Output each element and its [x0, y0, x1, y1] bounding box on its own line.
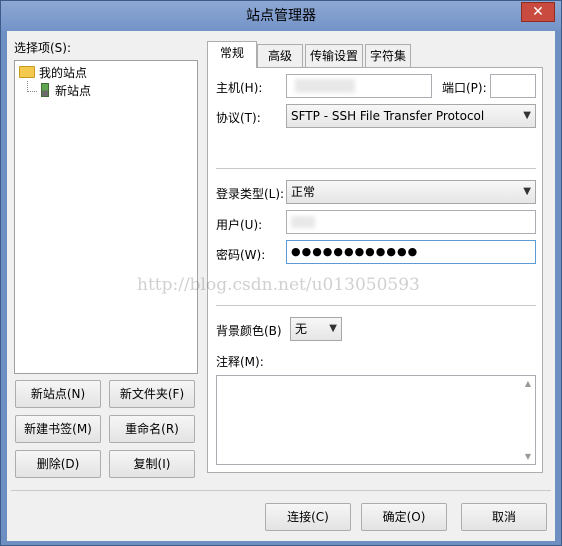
chevron-down-icon: ▼ — [523, 186, 531, 197]
user-redacted — [291, 216, 315, 228]
new-bookmark-button[interactable]: 新建书签(M) — [15, 415, 101, 443]
background-color-select[interactable]: 无 ▼ — [290, 317, 342, 341]
host-redacted — [295, 79, 355, 93]
tree-item-label: 我的站点 — [39, 66, 88, 80]
chevron-down-icon: ▼ — [523, 110, 531, 121]
port-input[interactable] — [490, 74, 536, 98]
host-label: 主机(H): — [216, 81, 263, 95]
tab-charset[interactable]: 字符集 — [365, 44, 411, 67]
ok-button[interactable]: 确定(O) — [361, 503, 447, 531]
logon-type-select[interactable]: 正常 ▼ — [286, 180, 536, 204]
chevron-down-icon: ▼ — [329, 323, 337, 334]
scroll-down-icon[interactable]: ▼ — [525, 452, 531, 461]
title-bar[interactable]: 站点管理器 ✕ — [1, 1, 561, 31]
host-input[interactable] — [286, 74, 432, 98]
password-label: 密码(W): — [216, 248, 266, 262]
user-label: 用户(U): — [216, 218, 263, 232]
close-icon: ✕ — [532, 4, 544, 20]
divider — [216, 168, 536, 169]
port-label: 端口(P): — [442, 81, 487, 95]
delete-button[interactable]: 删除(D) — [15, 450, 101, 478]
site-manager-window: 站点管理器 ✕ 选择项(S): 我的站点 新站点 新站点(N) 新文件夹(F) … — [0, 0, 562, 546]
copy-button[interactable]: 复制(I) — [109, 450, 195, 478]
protocol-label: 协议(T): — [216, 111, 261, 125]
connect-button[interactable]: 连接(C) — [265, 503, 351, 531]
close-button[interactable]: ✕ — [521, 2, 555, 22]
watermark-text: http://blog.csdn.net/u013050593 — [137, 275, 420, 295]
cancel-button[interactable]: 取消 — [461, 503, 547, 531]
general-tab-panel: 主机(H): 端口(P): 协议(T): SFTP - SSH File Tra… — [207, 67, 543, 473]
protocol-value: SFTP - SSH File Transfer Protocol — [291, 109, 485, 123]
tree-item-my-sites[interactable]: 我的站点 — [19, 64, 87, 82]
user-input[interactable] — [286, 210, 536, 234]
tree-connector — [27, 81, 37, 92]
comments-textarea[interactable]: ▲ ▼ — [216, 375, 536, 465]
tree-item-label: 新站点 — [55, 84, 92, 98]
background-color-label: 背景颜色(B) — [216, 324, 282, 338]
tab-general[interactable]: 常规 — [207, 41, 257, 68]
bottom-divider — [11, 490, 551, 491]
background-color-value: 无 — [295, 322, 308, 336]
scroll-up-icon[interactable]: ▲ — [525, 379, 531, 388]
tab-transfer-settings[interactable]: 传输设置 — [305, 44, 363, 67]
new-site-button[interactable]: 新站点(N) — [15, 380, 101, 408]
new-folder-button[interactable]: 新文件夹(F) — [109, 380, 195, 408]
folder-icon — [19, 66, 35, 78]
site-tree[interactable]: 我的站点 新站点 — [14, 60, 198, 374]
tree-label: 选择项(S): — [14, 41, 72, 55]
rename-button[interactable]: 重命名(R) — [109, 415, 195, 443]
password-input[interactable]: ●●●●●●●●●●●● — [286, 240, 536, 264]
tab-advanced[interactable]: 高级 — [257, 44, 303, 67]
logon-type-label: 登录类型(L): — [216, 187, 285, 201]
window-title: 站点管理器 — [246, 8, 316, 24]
dialog-client: 选择项(S): 我的站点 新站点 新站点(N) 新文件夹(F) 新建书签(M) … — [7, 31, 555, 541]
site-icon — [41, 83, 49, 97]
logon-type-value: 正常 — [291, 185, 316, 199]
protocol-select[interactable]: SFTP - SSH File Transfer Protocol ▼ — [286, 104, 536, 128]
tree-item-new-site[interactable]: 新站点 — [41, 82, 91, 100]
divider — [216, 305, 536, 306]
comments-label: 注释(M): — [216, 355, 264, 369]
